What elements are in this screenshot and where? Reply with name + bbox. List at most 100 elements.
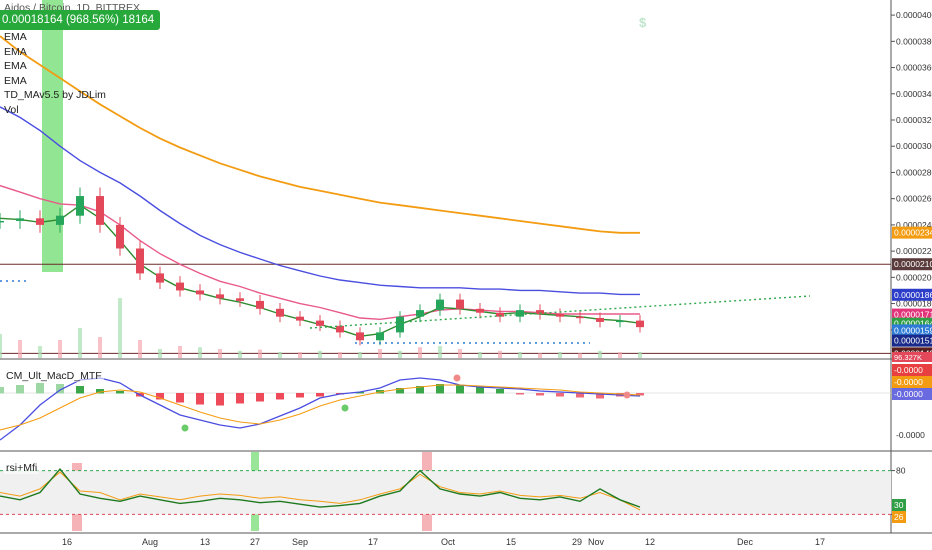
price-tick-label: 0.00003600: [896, 63, 932, 73]
price-badge-label: 0.00001867: [894, 290, 932, 300]
price-badge-label: 0.00001595: [894, 325, 932, 335]
macd-tick-label: -0.0000: [896, 430, 925, 440]
price-tick-label: 0.00002800: [896, 167, 932, 177]
rsi-pane-title[interactable]: rsi+Mfi: [4, 462, 40, 474]
candle-body: [196, 290, 204, 295]
macd-cross-dot: [623, 391, 631, 399]
volume-bar: [158, 349, 162, 358]
price-change-badge: 0.00018164 (968.56%) 18164: [0, 10, 161, 30]
time-tick-label: 17: [815, 537, 825, 547]
candle-body: [316, 320, 324, 326]
time-tick-label: 13: [200, 537, 210, 547]
candle-body: [616, 320, 624, 323]
volume-bar: [538, 353, 542, 358]
candle-body: [276, 308, 284, 317]
macd-histogram-bar: [496, 389, 504, 394]
indicator-td[interactable]: TD_MAv5.5 by JDLim: [4, 88, 106, 103]
volume-bar: [18, 340, 22, 358]
volume-bar: [498, 350, 502, 358]
macd-pane-title[interactable]: CM_Ult_MacD_MTF: [4, 370, 104, 382]
volume-bar: [0, 334, 2, 358]
volume-bar: [418, 347, 422, 358]
candle-body: [236, 298, 244, 301]
macd-histogram-bar: [536, 393, 544, 396]
macd-histogram-bar: [236, 393, 244, 404]
candle-body: [96, 196, 104, 225]
macd-cross-dot: [453, 374, 461, 382]
price-tick-label: 0.00003400: [896, 89, 932, 99]
candle-body: [476, 308, 484, 313]
macd-histogram-bar: [176, 393, 184, 403]
indicator-legend: EMA EMA EMA EMA TD_MAv5.5 by JDLim Vol: [4, 30, 106, 118]
volume-bar: [398, 350, 402, 358]
volume-bar: [558, 352, 562, 358]
price-tick-label: 0.00002200: [896, 246, 932, 256]
time-tick-label: 15: [506, 537, 516, 547]
volume-bar: [118, 298, 122, 358]
candle-body: [36, 218, 44, 225]
volume-bar: [338, 352, 342, 358]
price-tick-label: 0.00003800: [896, 36, 932, 46]
indicator-ema-2[interactable]: EMA: [4, 45, 106, 60]
macd-histogram-bar: [316, 393, 324, 397]
rsi-band: [0, 470, 891, 515]
candle-body: [356, 332, 364, 341]
macd-histogram-bar: [296, 393, 304, 398]
candle-body: [516, 310, 524, 317]
candle-body: [16, 218, 24, 221]
indicator-ema-3[interactable]: EMA: [4, 59, 106, 74]
price-tick-label: 0.00002000: [896, 272, 932, 282]
macd-histogram-bar: [276, 393, 284, 400]
macd-histogram-bar: [456, 385, 464, 394]
candle-body: [176, 282, 184, 291]
volume-bar: [78, 328, 82, 358]
candle-body: [156, 273, 164, 283]
indicator-ema-1[interactable]: EMA: [4, 30, 106, 45]
candle-body: [456, 299, 464, 309]
candle-body: [216, 294, 224, 299]
time-tick-label: 12: [645, 537, 655, 547]
price-tick-label: 0.00003200: [896, 115, 932, 125]
watermark-logo: $: [639, 15, 647, 30]
candle-body: [396, 316, 404, 333]
candle-body: [0, 220, 4, 223]
macd-histogram-bar: [0, 387, 4, 394]
volume-bar: [458, 349, 462, 358]
macd-histogram-bar: [256, 393, 264, 402]
candle-body: [256, 300, 264, 309]
candle-body: [636, 320, 644, 328]
macd-badge-label: -0.0000: [894, 365, 923, 375]
price-badge-label: 0.00002341: [894, 228, 932, 238]
price-chart[interactable]: 0.00004000 0.00003800 0.00003600 0.00003400…: [0, 0, 932, 550]
indicator-ema-4[interactable]: EMA: [4, 74, 106, 89]
time-tick-label: Nov: [588, 537, 605, 547]
candle-body: [296, 316, 304, 321]
macd-badge-label: -0.0000: [894, 377, 923, 387]
volume-badge-label: 96.327K: [894, 353, 922, 362]
price-tick-label: 0.00003000: [896, 141, 932, 151]
macd-histogram-bar: [516, 393, 524, 395]
indicator-vol[interactable]: Vol: [4, 103, 106, 118]
macd-histogram-bar: [116, 391, 124, 394]
time-tick-label: 29: [572, 537, 582, 547]
macd-histogram-bar: [216, 393, 224, 406]
macd-histogram-bar: [556, 393, 564, 397]
macd-histogram-bar: [76, 386, 84, 394]
volume-bar: [578, 353, 582, 358]
volume-bar: [98, 337, 102, 358]
macd-histogram-bar: [36, 383, 44, 394]
volume-bar: [438, 346, 442, 358]
candle-body: [576, 316, 584, 319]
time-tick-label: 27: [250, 537, 260, 547]
candle-body: [136, 248, 144, 274]
macd-histogram-bar: [16, 385, 24, 394]
candle-body: [116, 224, 124, 249]
macd-histogram-bar: [476, 387, 484, 394]
candle-body: [76, 196, 84, 216]
volume-bar: [138, 340, 142, 358]
macd-cross-dot: [181, 424, 189, 432]
rsi-tick-label: 80: [896, 466, 906, 476]
rsi-badge-label: 30: [894, 500, 904, 510]
candle-body: [596, 317, 604, 322]
candle-body: [336, 325, 344, 333]
